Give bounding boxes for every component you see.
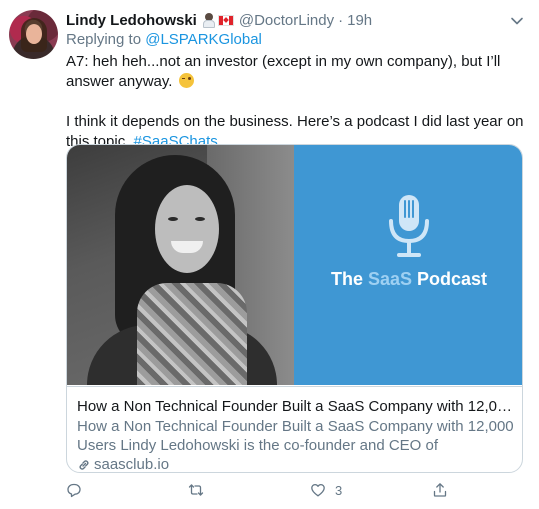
replying-prefix: Replying to [66, 31, 142, 48]
card-image[interactable]: The SaaS Podcast [67, 145, 522, 385]
card-domain: saasclub.io [77, 455, 514, 473]
card-description: How a Non Technical Founder Built a SaaS… [77, 418, 514, 454]
reply-icon [67, 483, 81, 498]
winking-face-icon [178, 73, 194, 88]
header-separator: · [338, 11, 344, 29]
retweet-button[interactable] [188, 482, 213, 498]
heart-icon [311, 483, 325, 497]
guest-photo [67, 145, 294, 385]
podcast-title-part-2: Podcast [412, 269, 488, 289]
replying-to-line: Replying to @LSPARKGlobal [66, 31, 262, 48]
card-meta[interactable]: How a Non Technical Founder Built a SaaS… [67, 386, 522, 473]
avatar-face [26, 24, 42, 44]
tweet[interactable]: Lindy Ledohowski @DoctorLindy · 19h Repl… [0, 0, 539, 509]
podcast-logo-panel: The SaaS Podcast [294, 145, 522, 385]
canada-flag-icon [217, 14, 234, 26]
tweet-text-paragraph-1: A7: heh heh...not an investor (except in… [66, 52, 526, 92]
tweet-text: A7: heh heh...not an investor (except in… [66, 52, 526, 152]
podcast-title-part-1: The [330, 269, 368, 289]
like-count: 3 [335, 482, 343, 498]
tweet-text-line-1: A7: heh heh...not an investor (except in… [66, 53, 501, 90]
name-emojis [202, 12, 234, 28]
replying-to-link[interactable]: @LSPARKGlobal [145, 31, 262, 48]
podcast-title-accent: SaaS [367, 269, 413, 289]
link-icon [79, 459, 89, 470]
share-button[interactable] [432, 482, 457, 498]
tweet-header: Lindy Ledohowski @DoctorLindy · 19h [66, 10, 372, 30]
podcast-logo-text: The SaaS Podcast [294, 269, 522, 290]
timestamp[interactable]: 19h [347, 12, 372, 29]
reply-button[interactable] [66, 482, 91, 498]
share-icon [433, 483, 447, 497]
link-preview-card[interactable]: The SaaS Podcast How a Non Technical Fou… [66, 144, 523, 473]
microphone-icon [389, 195, 429, 257]
like-button[interactable]: 3 [310, 482, 342, 498]
avatar[interactable] [9, 10, 58, 59]
retweet-icon [188, 484, 204, 496]
user-handle[interactable]: @DoctorLindy [239, 12, 334, 29]
card-title: How a Non Technical Founder Built a SaaS… [77, 398, 514, 415]
woman-health-worker-icon [202, 12, 216, 28]
card-domain-text: saasclub.io [94, 456, 170, 473]
chevron-down-icon [511, 17, 523, 25]
tweet-actions: 3 [66, 482, 466, 502]
display-name[interactable]: Lindy Ledohowski [66, 12, 197, 29]
more-options-button[interactable] [509, 13, 525, 29]
